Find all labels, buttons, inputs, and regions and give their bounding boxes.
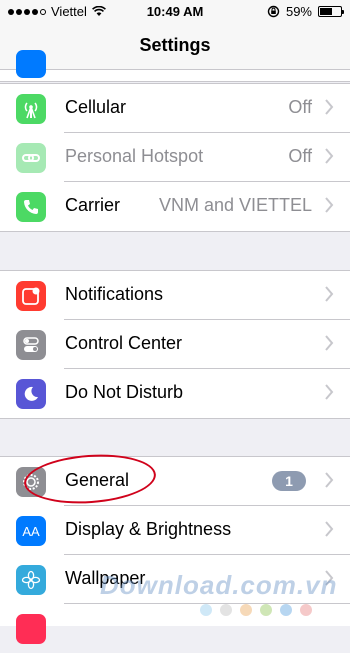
- notifications-icon: [16, 281, 46, 311]
- settings-row-display-brightness[interactable]: AA Display & Brightness: [0, 506, 350, 555]
- settings-row-do-not-disturb[interactable]: Do Not Disturb: [0, 369, 350, 418]
- navigation-bar: Settings: [0, 22, 350, 70]
- group-general: General 1 AA Display & Brightness Wallpa…: [0, 456, 350, 644]
- update-badge: 1: [272, 471, 306, 491]
- battery-icon: [318, 6, 344, 17]
- control-center-label: Control Center: [65, 333, 183, 353]
- chevron-right-icon: [325, 335, 334, 351]
- chevron-right-icon: [325, 570, 334, 586]
- watermark-dot: [220, 604, 232, 616]
- chevron-right-icon: [325, 99, 334, 115]
- partial-pink-icon: [16, 614, 46, 644]
- personal-hotspot-label: Personal Hotspot: [65, 146, 204, 166]
- carrier-label: Carrier: [65, 195, 121, 215]
- status-bar: Viettel 10:49 AM 59%: [0, 0, 350, 22]
- chevron-right-icon: [325, 148, 334, 164]
- general-label: General: [65, 470, 130, 490]
- display-brightness-label: Display & Brightness: [65, 519, 232, 539]
- gear-icon: [16, 467, 46, 497]
- hotspot-chain-icon: [16, 143, 46, 173]
- carrier-value: VNM and VIETTEL: [158, 195, 312, 215]
- partial-row: [0, 50, 350, 82]
- status-right: 59%: [267, 4, 344, 19]
- page-title: Settings: [139, 35, 211, 55]
- watermark-dot: [240, 604, 252, 616]
- cellular-value: Off: [288, 97, 312, 117]
- settings-row-carrier[interactable]: Carrier VNM and VIETTEL: [0, 182, 350, 231]
- chevron-right-icon: [325, 197, 334, 213]
- chevron-right-icon: [325, 472, 334, 488]
- moon-icon: [16, 379, 46, 409]
- settings-row-notifications[interactable]: Notifications: [0, 271, 350, 320]
- chevron-right-icon: [325, 286, 334, 302]
- do-not-disturb-label: Do Not Disturb: [65, 382, 184, 402]
- personal-hotspot-value: Off: [288, 146, 312, 166]
- rotation-lock-icon: [267, 5, 280, 18]
- display-aa-icon: AA: [16, 516, 46, 546]
- group-notifications: Notifications Control Center Do Not Dist…: [0, 270, 350, 419]
- battery-percent: 59%: [285, 4, 312, 19]
- watermark-dot: [300, 604, 312, 616]
- watermark-dots: [200, 604, 312, 616]
- chevron-right-icon: [325, 384, 334, 400]
- watermark-dot: [200, 604, 212, 616]
- partial-blue-icon: [16, 50, 46, 78]
- control-center-icon: [16, 330, 46, 360]
- wallpaper-label: Wallpaper: [65, 568, 146, 588]
- settings-row-personal-hotspot[interactable]: Personal Hotspot Off: [0, 133, 350, 182]
- phone-icon: [16, 192, 46, 222]
- cellular-antenna-icon: [16, 94, 46, 124]
- wallpaper-flower-icon: [16, 565, 46, 595]
- cellular-label: Cellular: [65, 97, 127, 117]
- settings-row-cellular[interactable]: Cellular Off: [0, 84, 350, 133]
- settings-row-control-center[interactable]: Control Center: [0, 320, 350, 369]
- watermark-dot: [280, 604, 292, 616]
- notifications-label: Notifications: [65, 284, 164, 304]
- chevron-right-icon: [325, 521, 334, 537]
- settings-row-general[interactable]: General 1: [0, 457, 350, 506]
- settings-row-wallpaper[interactable]: Wallpaper: [0, 555, 350, 604]
- watermark-dot: [260, 604, 272, 616]
- group-network: Cellular Off Personal Hotspot Off Carrie…: [0, 83, 350, 232]
